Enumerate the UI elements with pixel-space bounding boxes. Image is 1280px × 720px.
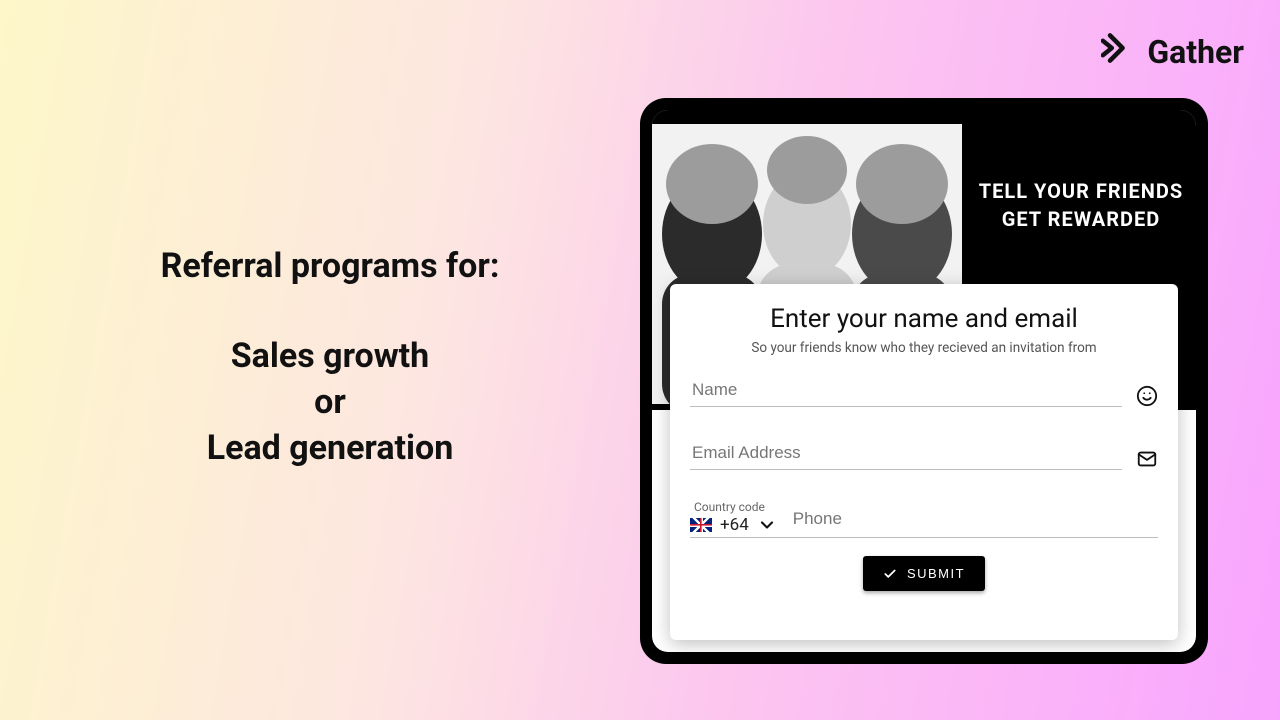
hero-line-2: GET REWARDED [1002, 205, 1161, 233]
form-subtitle: So your friends know who they recieved a… [690, 340, 1158, 356]
check-icon [883, 567, 897, 581]
email-input[interactable] [690, 437, 1122, 470]
brand-mark-icon [1101, 30, 1137, 74]
referral-form: Enter your name and email So your friend… [670, 284, 1178, 640]
device-frame: TELL YOUR FRIENDS GET REWARDED Enter you… [640, 98, 1208, 664]
marketing-copy: Referral programs for: Sales growth or L… [100, 246, 560, 472]
submit-label: SUBMIT [907, 566, 965, 581]
mail-icon [1136, 448, 1158, 470]
smile-icon [1136, 385, 1158, 407]
headline-line-3: Lead generation [100, 426, 560, 472]
headline-line-2: or [100, 380, 560, 426]
brand-logo: Gather [1101, 30, 1244, 74]
name-input[interactable] [690, 374, 1122, 407]
headline-line-1: Sales growth [100, 334, 560, 380]
form-title: Enter your name and email [690, 304, 1158, 334]
country-code-value: +64 [720, 515, 749, 535]
chevron-down-icon [757, 515, 777, 535]
phone-input[interactable] [791, 503, 1158, 535]
headline: Referral programs for: [100, 246, 560, 286]
country-code-select[interactable]: +64 [690, 515, 777, 535]
device-screen: TELL YOUR FRIENDS GET REWARDED Enter you… [652, 110, 1196, 652]
brand-name: Gather [1147, 33, 1244, 71]
hero-line-1: TELL YOUR FRIENDS [979, 177, 1183, 205]
flag-icon [690, 518, 712, 532]
submit-button[interactable]: SUBMIT [863, 556, 985, 591]
country-code-label: Country code [690, 500, 777, 514]
